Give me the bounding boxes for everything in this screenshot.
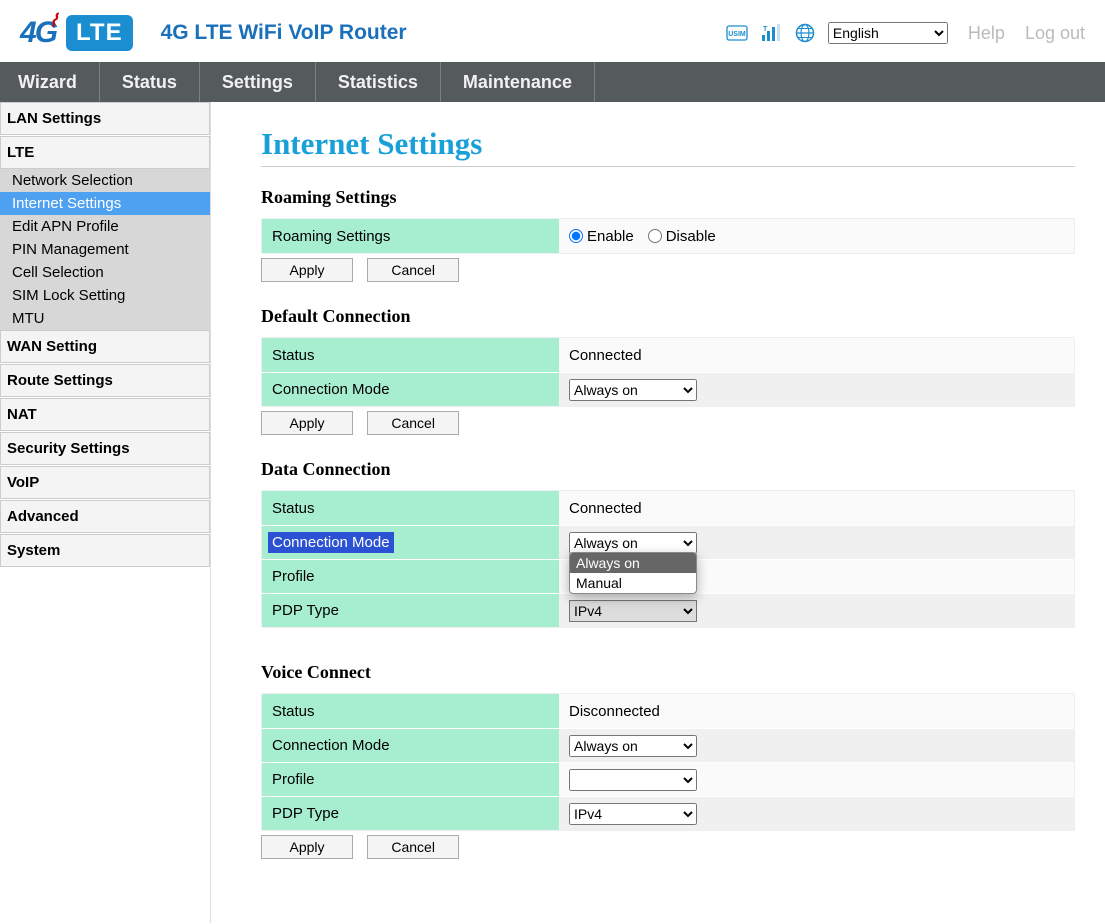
sidebar-group-security[interactable]: Security Settings xyxy=(0,432,210,465)
data-mode-option-always-on[interactable]: Always on xyxy=(570,553,696,573)
sidebar-group-route[interactable]: Route Settings xyxy=(0,364,210,397)
voice-pdp-select[interactable]: IPv4 xyxy=(569,803,697,825)
logout-link[interactable]: Log out xyxy=(1025,23,1085,44)
help-link[interactable]: Help xyxy=(968,23,1005,44)
data-status-label: Status xyxy=(262,491,559,525)
default-status-label: Status xyxy=(262,338,559,372)
sidebar-group-lte[interactable]: LTE xyxy=(0,136,210,169)
sidebar-item-pin[interactable]: PIN Management xyxy=(0,238,210,261)
tab-wizard[interactable]: Wizard xyxy=(0,62,100,102)
content: Internet Settings Roaming Settings Roami… xyxy=(211,102,1105,923)
sidebar-item-internet-settings[interactable]: Internet Settings xyxy=(0,192,210,215)
top-nav: Wizard Status Settings Statistics Mainte… xyxy=(0,62,1105,102)
data-mode-option-manual[interactable]: Manual xyxy=(570,573,696,593)
default-cancel-button[interactable]: Cancel xyxy=(367,411,459,435)
signal-wave-icon: ⌇ xyxy=(47,9,60,31)
sidebar-item-apn[interactable]: Edit APN Profile xyxy=(0,215,210,238)
tab-status[interactable]: Status xyxy=(100,62,200,102)
data-pdp-label: PDP Type xyxy=(262,594,559,627)
page-title: Internet Settings xyxy=(261,126,1075,162)
voice-profile-select[interactable] xyxy=(569,769,697,791)
sidebar-group-nat[interactable]: NAT xyxy=(0,398,210,431)
sidebar-group-wan[interactable]: WAN Setting xyxy=(0,330,210,363)
voice-mode-select[interactable]: Always on xyxy=(569,735,697,757)
sidebar-item-simlock[interactable]: SIM Lock Setting xyxy=(0,284,210,307)
default-status-value: Connected xyxy=(559,338,1074,372)
voice-pdp-label: PDP Type xyxy=(262,797,559,830)
roaming-apply-button[interactable]: Apply xyxy=(261,258,353,282)
product-title: 4G LTE WiFi VoIP Router xyxy=(161,21,407,45)
voice-profile-label: Profile xyxy=(262,763,559,796)
section-roaming-title: Roaming Settings xyxy=(261,187,1075,208)
logo-lte-badge: LTE xyxy=(66,15,133,51)
data-mode-label: Connection Mode xyxy=(268,532,394,553)
section-data-title: Data Connection xyxy=(261,459,1075,480)
voice-status-label: Status xyxy=(262,694,559,728)
data-pdp-select[interactable]: IPv4 xyxy=(569,600,697,622)
roaming-enable-radio[interactable] xyxy=(569,229,583,243)
default-mode-select[interactable]: Always on xyxy=(569,379,697,401)
section-voice-title: Voice Connect xyxy=(261,662,1075,683)
sidebar-group-advanced[interactable]: Advanced xyxy=(0,500,210,533)
logo-4g: 4G⌇ xyxy=(20,16,58,50)
data-mode-dropdown: Always on Manual xyxy=(569,552,697,594)
roaming-cancel-button[interactable]: Cancel xyxy=(367,258,459,282)
tab-settings[interactable]: Settings xyxy=(200,62,316,102)
sidebar-item-network-selection[interactable]: Network Selection xyxy=(0,169,210,192)
roaming-enable-option[interactable]: Enable xyxy=(569,228,634,245)
header: 4G⌇ LTE 4G LTE WiFi VoIP Router USIM T E… xyxy=(0,0,1105,62)
voice-cancel-button[interactable]: Cancel xyxy=(367,835,459,859)
sidebar-item-cell[interactable]: Cell Selection xyxy=(0,261,210,284)
roaming-disable-radio[interactable] xyxy=(648,229,662,243)
signal-bars-icon: T xyxy=(760,22,782,44)
default-apply-button[interactable]: Apply xyxy=(261,411,353,435)
data-profile-label: Profile xyxy=(262,560,559,593)
tab-statistics[interactable]: Statistics xyxy=(316,62,441,102)
language-select[interactable]: English xyxy=(828,22,948,44)
tab-maintenance[interactable]: Maintenance xyxy=(441,62,595,102)
globe-icon xyxy=(794,22,816,44)
sidebar: LAN Settings LTE Network Selection Inter… xyxy=(0,102,211,923)
voice-apply-button[interactable]: Apply xyxy=(261,835,353,859)
sidebar-group-voip[interactable]: VoIP xyxy=(0,466,210,499)
default-mode-label: Connection Mode xyxy=(262,373,559,406)
sidebar-item-mtu[interactable]: MTU xyxy=(0,307,210,330)
data-mode-select[interactable]: Always on xyxy=(569,532,697,554)
roaming-disable-option[interactable]: Disable xyxy=(648,228,716,245)
svg-text:T: T xyxy=(763,26,768,33)
usim-icon: USIM xyxy=(726,22,748,44)
voice-mode-label: Connection Mode xyxy=(262,729,559,762)
sidebar-group-system[interactable]: System xyxy=(0,534,210,567)
roaming-label: Roaming Settings xyxy=(262,219,559,253)
data-status-value: Connected xyxy=(559,491,1074,525)
sidebar-group-lan[interactable]: LAN Settings xyxy=(0,102,210,135)
section-default-title: Default Connection xyxy=(261,306,1075,327)
voice-status-value: Disconnected xyxy=(559,694,1074,728)
svg-text:USIM: USIM xyxy=(728,31,746,38)
sidebar-lte-items: Network Selection Internet Settings Edit… xyxy=(0,169,210,330)
